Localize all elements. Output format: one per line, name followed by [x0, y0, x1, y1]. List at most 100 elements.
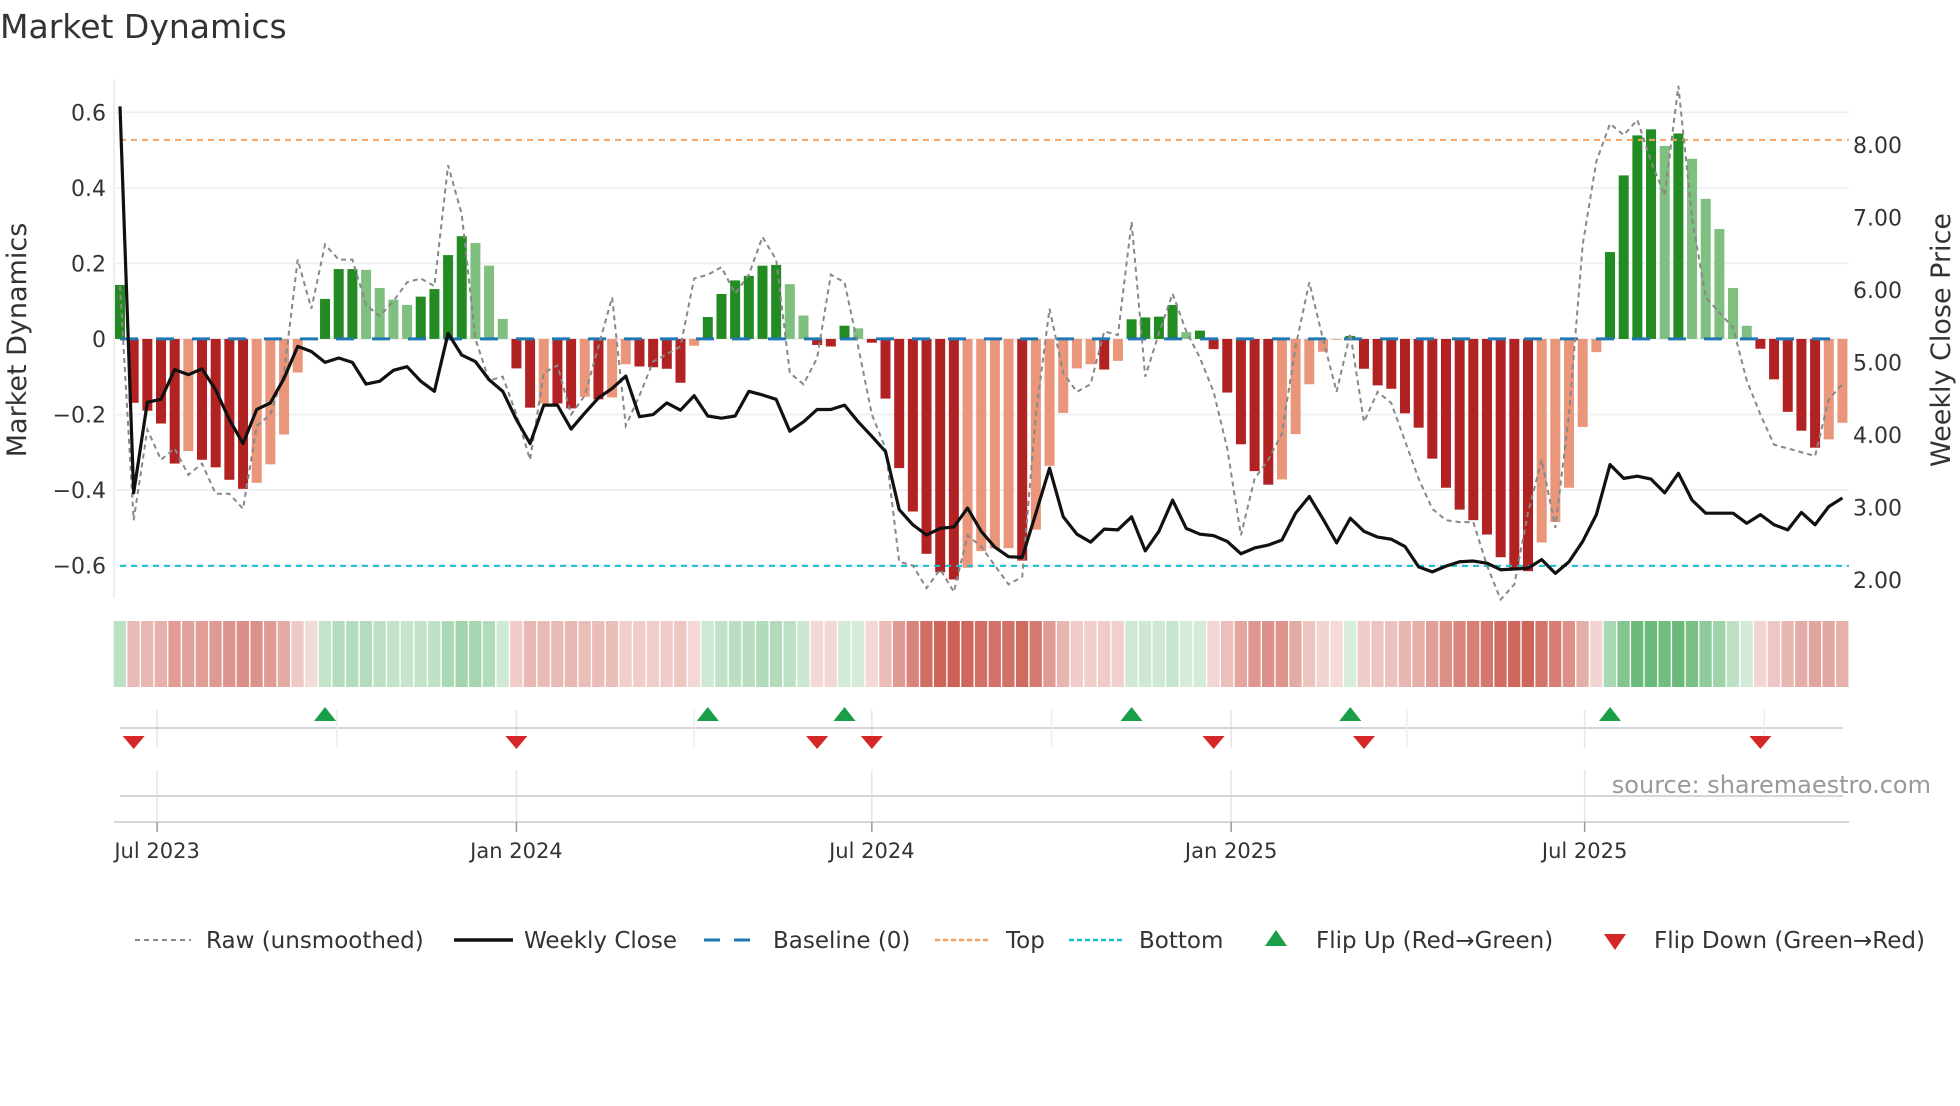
- heatmap-cell: [127, 621, 139, 687]
- dynamics-bar: [963, 339, 973, 568]
- dynamics-bar: [238, 339, 248, 489]
- dynamics-bar: [1810, 339, 1820, 448]
- dynamics-bar: [1537, 339, 1547, 543]
- dynamics-bar: [785, 284, 795, 339]
- dynamics-bar: [976, 339, 986, 551]
- heatmap-cell: [305, 621, 317, 687]
- dynamics-bar: [470, 243, 480, 339]
- heatmap-cell: [1754, 621, 1766, 687]
- legend-bottom-label: Bottom: [1139, 928, 1223, 954]
- y-tick-label: 0: [92, 328, 106, 353]
- source-label: source: sharemaestro.com: [1612, 771, 1931, 799]
- dynamics-bar: [334, 269, 344, 339]
- heatmap-cell: [1180, 621, 1192, 687]
- heatmap-cell: [1276, 621, 1288, 687]
- dynamics-bar: [156, 339, 166, 424]
- heatmap-cell: [866, 621, 878, 687]
- heatmap-cell: [770, 621, 782, 687]
- y2-tick-label: 8.00: [1853, 134, 1902, 159]
- dynamics-bar: [840, 326, 850, 339]
- heatmap-cell: [1590, 621, 1602, 687]
- y2-tick-label: 6.00: [1853, 279, 1902, 304]
- y-axis-label: Market Dynamics: [2, 223, 33, 458]
- dynamics-bar: [1605, 252, 1615, 339]
- flip-up-marker: [1339, 707, 1361, 721]
- dynamics-bar: [1441, 339, 1451, 488]
- heatmap-cell: [1508, 621, 1520, 687]
- heatmap-cell: [428, 621, 440, 687]
- legend-flip-up-icon: [1265, 930, 1287, 946]
- y2-tick-label: 4.00: [1853, 424, 1902, 449]
- heatmap-cell: [1385, 621, 1397, 687]
- heatmap-cell: [141, 621, 153, 687]
- heatmap-cell: [756, 621, 768, 687]
- dynamics-bar: [1263, 339, 1273, 485]
- dynamics-bar: [484, 266, 494, 339]
- dynamics-bar: [703, 317, 713, 339]
- dynamics-bar: [1168, 305, 1178, 339]
- heatmap-cell: [1002, 621, 1014, 687]
- heatmap-cell: [346, 621, 358, 687]
- heatmap-cell: [1289, 621, 1301, 687]
- heatmap-cell: [455, 621, 467, 687]
- heatmap-cell: [182, 621, 194, 687]
- dynamics-bar: [498, 319, 508, 339]
- heatmap-cell: [264, 621, 276, 687]
- heatmap-cell: [155, 621, 167, 687]
- heatmap-cell: [373, 621, 385, 687]
- heatmap-cell: [578, 621, 590, 687]
- dynamics-bar: [1209, 339, 1219, 349]
- dynamics-bar: [922, 339, 932, 554]
- dynamics-bar: [1386, 339, 1396, 389]
- heatmap-cell: [1221, 621, 1233, 687]
- dynamics-bars: [115, 129, 1847, 579]
- heatmap-cell: [688, 621, 700, 687]
- dynamics-bar: [1400, 339, 1410, 413]
- heatmap-cell: [784, 621, 796, 687]
- heatmap-cell: [1672, 621, 1684, 687]
- heatmap-cell: [852, 621, 864, 687]
- heatmap-cell: [250, 621, 262, 687]
- dynamics-bar: [894, 339, 904, 468]
- flip-up-marker: [834, 707, 856, 721]
- flip-down-marker: [806, 736, 828, 749]
- heatmap-cell: [1030, 621, 1042, 687]
- heatmap-cell: [1071, 621, 1083, 687]
- dynamics-bar: [511, 339, 521, 368]
- dynamics-bar: [1550, 339, 1560, 522]
- heatmap-cell: [606, 621, 618, 687]
- x-tick-label: Jul 2023: [112, 839, 199, 863]
- heatmap-cell: [401, 621, 413, 687]
- heatmap-cell: [1303, 621, 1315, 687]
- legend-flip-up-label: Flip Up (Red→Green): [1316, 928, 1553, 954]
- heatmap-cell: [811, 621, 823, 687]
- heatmap-cell: [715, 621, 727, 687]
- heatmap-cell: [1153, 621, 1165, 687]
- dynamics-bar: [1291, 339, 1301, 434]
- heatmap-cell: [1481, 621, 1493, 687]
- heatmap-cell: [1467, 621, 1479, 687]
- dynamics-bar: [1578, 339, 1588, 427]
- y-tick-label: −0.6: [53, 555, 106, 580]
- heatmap-cell: [1699, 621, 1711, 687]
- dynamics-bar: [881, 339, 891, 399]
- heatmap-cell: [537, 621, 549, 687]
- heatmap-cell: [1207, 621, 1219, 687]
- flip-up-marker: [1599, 707, 1621, 721]
- dynamics-bar: [1714, 229, 1724, 339]
- heatmap-cell: [1768, 621, 1780, 687]
- heatmap-cell: [1727, 621, 1739, 687]
- heatmap-cell: [1686, 621, 1698, 687]
- heatmap-cell: [1112, 621, 1124, 687]
- x-tick-label: Jan 2024: [468, 839, 563, 863]
- heatmap-cell: [1563, 621, 1575, 687]
- dynamics-bar: [1509, 339, 1519, 568]
- dynamics-bar: [1359, 339, 1369, 369]
- x-tick-label: Jul 2025: [1540, 839, 1627, 863]
- heatmap-cell: [907, 621, 919, 687]
- heatmap-cell: [1371, 621, 1383, 687]
- dynamics-bar: [552, 339, 562, 404]
- heatmap-cell: [1125, 621, 1137, 687]
- dynamics-bar: [990, 339, 1000, 549]
- y-tick-label: −0.4: [53, 479, 106, 504]
